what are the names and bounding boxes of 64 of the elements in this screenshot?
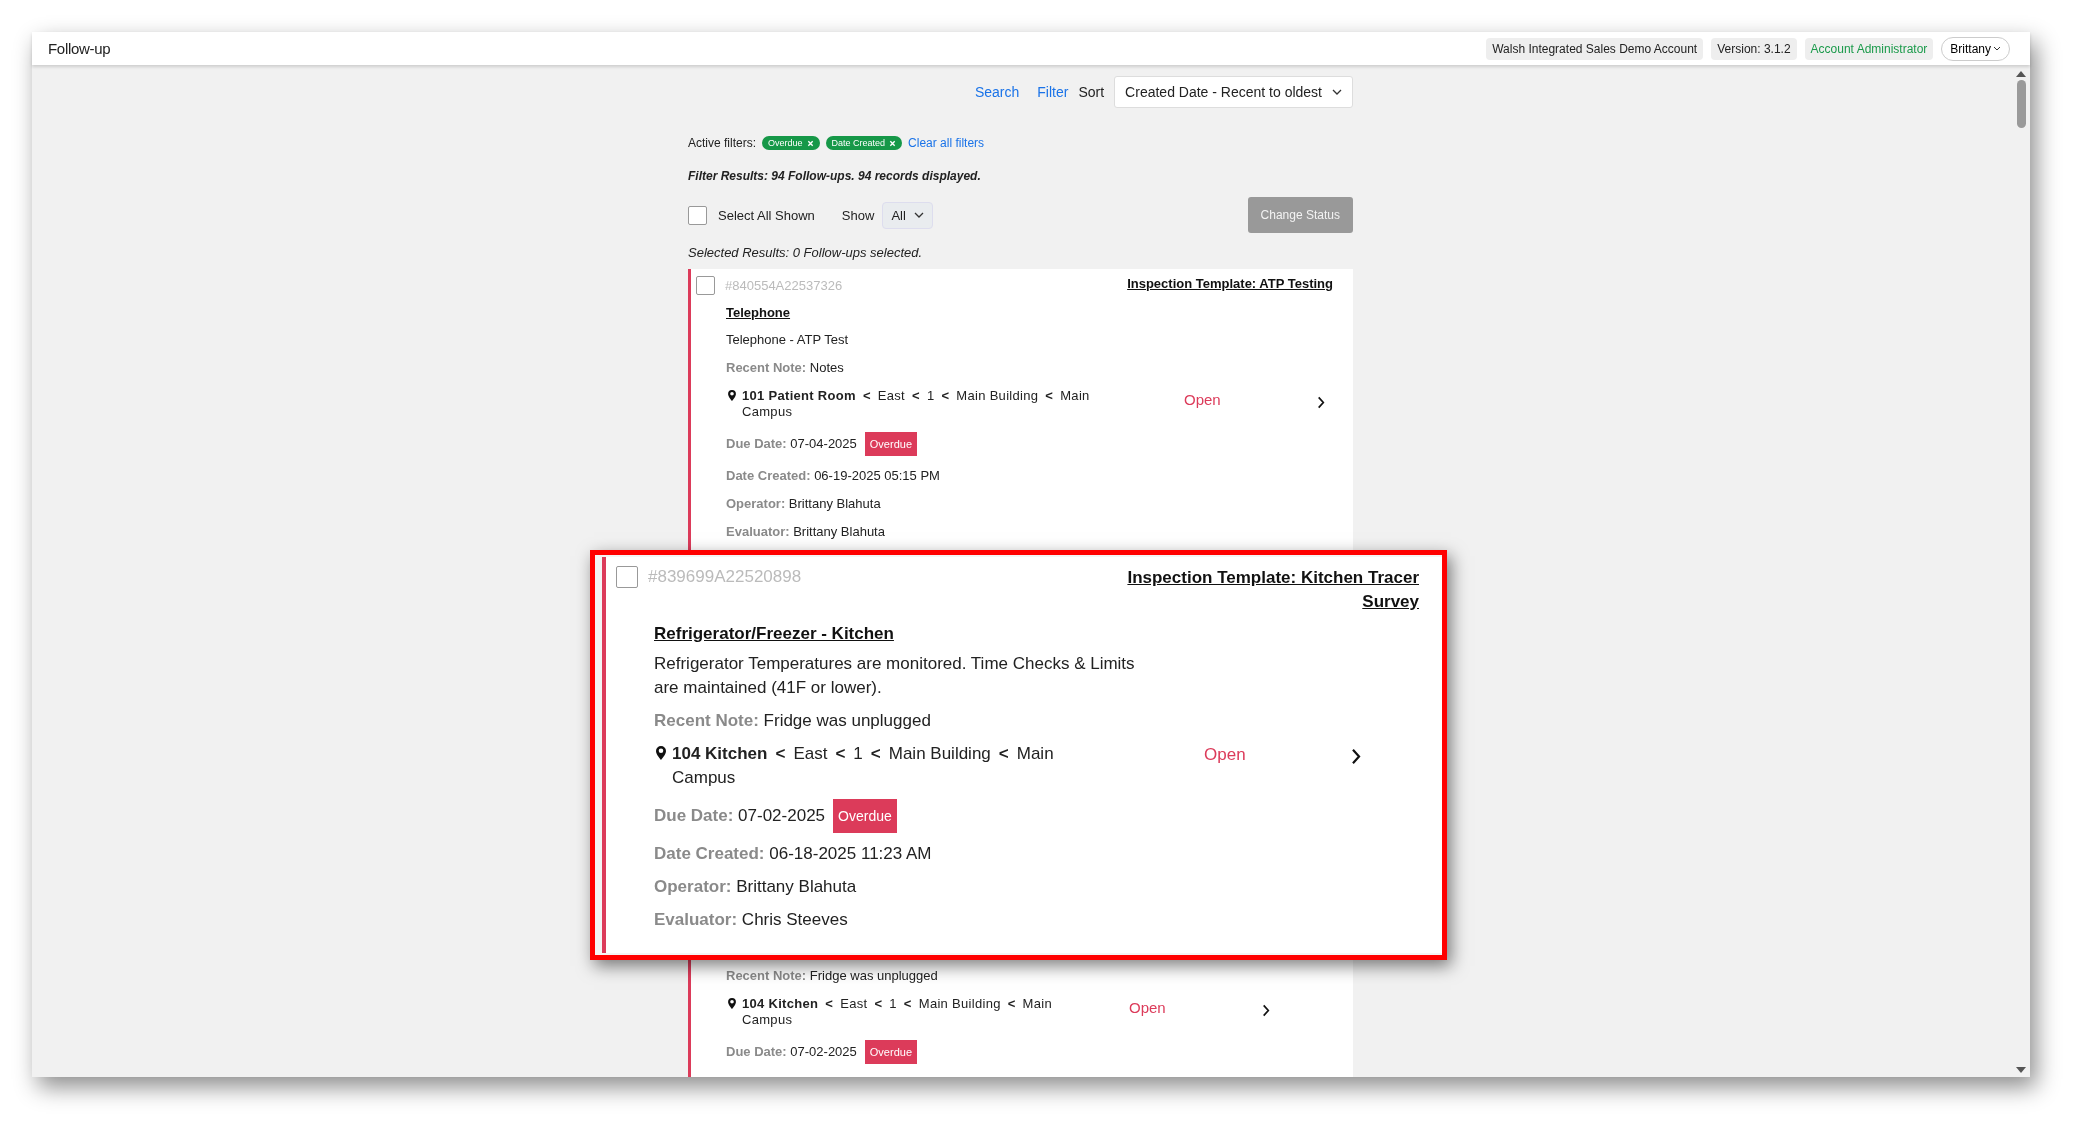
- item-description: Telephone - ATP Test: [726, 332, 850, 348]
- card-checkbox[interactable]: [696, 276, 715, 295]
- template-link[interactable]: Inspection Template: Kitchen Tracer Survey: [1089, 566, 1419, 614]
- map-pin-icon: [728, 998, 736, 1009]
- show-label: Show: [841, 207, 875, 223]
- sort-label: Sort: [1078, 84, 1105, 100]
- overdue-badge: Overdue: [864, 1040, 917, 1064]
- close-icon: [806, 139, 814, 147]
- version-label: Version: 3.1.2: [1711, 37, 1797, 60]
- close-icon: [889, 139, 897, 147]
- select-all-label: Select All Shown: [718, 207, 815, 223]
- due-date-field: Due Date: 07-02-2025: [726, 1044, 857, 1060]
- caret-icon: [1332, 89, 1342, 95]
- role-label: Account Administrator: [1804, 37, 1934, 60]
- chevron-right-icon[interactable]: [1350, 747, 1361, 765]
- caret-icon: [913, 212, 924, 218]
- status-label: Open: [1129, 1000, 1166, 1016]
- detail-field: Operator: Brittany Blahuta: [726, 496, 1333, 512]
- status-label: Open: [1204, 744, 1246, 766]
- status-label: Open: [1184, 392, 1221, 408]
- selected-results-text: Selected Results: 0 Follow-ups selected.: [688, 245, 924, 260]
- item-description: Refrigerator Temperatures are monitored. Time Checks & Limits are maintained (41F or lower).: [654, 653, 1136, 699]
- scroll-up-icon[interactable]: [2016, 71, 2026, 77]
- overdue-badge: Overdue: [864, 432, 917, 456]
- location-text: 101 Patient Room < East < 1 < Main Building < Main Campus: [742, 388, 1091, 420]
- detail-field: Date Created: 06-19-2025 05:15 PM: [726, 468, 1333, 484]
- detail-field: Evaluator: Chris Steeves: [654, 908, 1419, 932]
- map-pin-icon: [656, 746, 666, 760]
- clear-filters-link[interactable]: Clear all filters: [908, 136, 985, 150]
- filter-link[interactable]: Filter: [1037, 84, 1069, 100]
- chevron-right-icon[interactable]: [1316, 395, 1325, 409]
- location-text: 104 Kitchen < East < 1 < Main Building < Main Campus: [672, 743, 1055, 789]
- detail-field: Operator: Brittany Blahuta: [654, 875, 1419, 899]
- scroll-down-icon[interactable]: [2016, 1067, 2026, 1073]
- caret-icon: [1993, 46, 2001, 51]
- detail-field: Date Created: 06-18-2025 11:23 AM: [654, 842, 1419, 866]
- account-name: Walsh Integrated Sales Demo Account: [1486, 37, 1704, 60]
- location-text: 104 Kitchen < East < 1 < Main Building < Main Campus: [742, 996, 1053, 1028]
- record-id: #840554A22537326: [725, 278, 843, 293]
- user-menu[interactable]: Brittany: [1941, 36, 2010, 61]
- select-all-checkbox[interactable]: [688, 205, 707, 225]
- filter-results-text: Filter Results: 94 Follow-ups. 94 records displayed.: [688, 169, 982, 183]
- overdue-badge: Overdue: [833, 799, 897, 833]
- map-pin-icon: [728, 390, 736, 401]
- active-filters-label: Active filters:: [688, 136, 756, 150]
- detail-field: Evaluator: Brittany Blahuta: [726, 524, 1333, 540]
- filter-chip[interactable]: Date Created: [825, 136, 903, 150]
- filter-chip[interactable]: Overdue: [762, 136, 820, 150]
- record-id: #839699A22520898: [648, 567, 802, 587]
- page-title: Follow-up: [48, 40, 111, 57]
- chevron-right-icon[interactable]: [1261, 1003, 1270, 1017]
- item-title-link[interactable]: Telephone: [726, 305, 1333, 320]
- sort-dropdown[interactable]: Created Date - Recent to oldest: [1114, 76, 1353, 108]
- template-link[interactable]: Inspection Template: ATP Testing: [1127, 276, 1333, 291]
- scrollbar-thumb[interactable]: [2016, 80, 2026, 128]
- detail-field: Recent Note: Fridge was unplugged: [726, 968, 1333, 984]
- item-title-link[interactable]: Refrigerator/Freezer - Kitchen: [654, 624, 1419, 644]
- search-link[interactable]: Search: [974, 84, 1020, 100]
- card-checkbox[interactable]: [616, 566, 638, 588]
- due-date-field: Due Date: 07-04-2025: [726, 436, 857, 452]
- detail-field: Recent Note: Notes: [726, 360, 1333, 376]
- due-date-field: Due Date: 07-02-2025: [654, 804, 826, 828]
- detail-field: Recent Note: Fridge was unplugged: [654, 709, 1419, 733]
- show-dropdown[interactable]: All: [882, 201, 933, 229]
